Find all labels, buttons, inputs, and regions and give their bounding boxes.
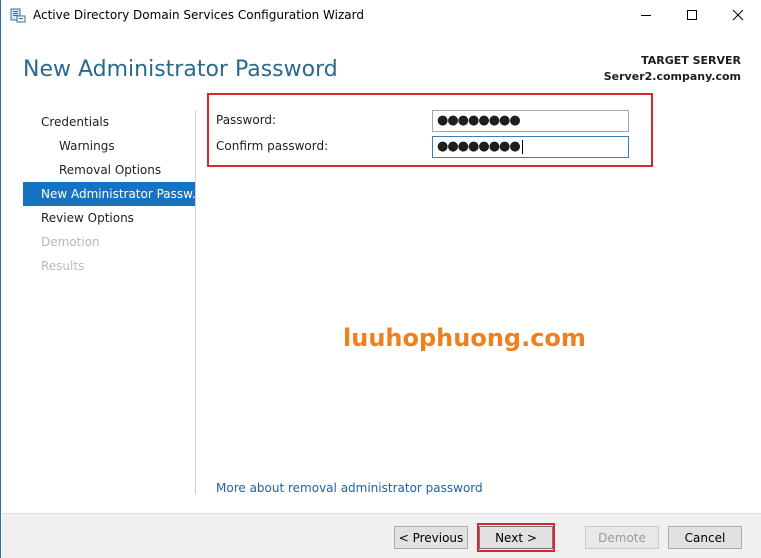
- maximize-button[interactable]: [669, 0, 715, 30]
- fields-highlight-box: [207, 93, 653, 167]
- help-link[interactable]: More about removal administrator passwor…: [216, 481, 483, 495]
- nav-item-new-administrator-password[interactable]: New Administrator Passw...: [23, 182, 195, 206]
- nav-item-results: Results: [41, 259, 85, 273]
- page-title: New Administrator Password: [23, 57, 338, 82]
- window-title: Active Directory Domain Services Configu…: [33, 8, 364, 22]
- nav-item-warnings[interactable]: Warnings: [23, 134, 195, 158]
- close-icon: [732, 9, 744, 21]
- minimize-button[interactable]: [623, 0, 669, 30]
- nav-item-credentials[interactable]: Credentials: [23, 110, 195, 134]
- nav-item-demotion: Demotion: [41, 235, 100, 249]
- demote-button: Demote: [585, 526, 659, 549]
- next-highlight-box: [477, 523, 555, 552]
- footer-bar: < Previous Next > Demote Cancel: [2, 513, 761, 558]
- nav-item-removal-options[interactable]: Removal Options: [23, 158, 195, 182]
- nav-divider: [195, 110, 196, 494]
- wizard-nav: Credentials Warnings Removal Options New…: [23, 110, 195, 278]
- wizard-window: Active Directory Domain Services Configu…: [0, 0, 761, 558]
- maximize-icon: [687, 10, 697, 20]
- title-bar[interactable]: Active Directory Domain Services Configu…: [1, 0, 761, 31]
- close-button[interactable]: [715, 0, 761, 30]
- nav-item-review-options[interactable]: Review Options: [23, 206, 195, 230]
- target-server-label: TARGET SERVER: [641, 54, 741, 67]
- watermark-text: luuhophuong.com: [343, 324, 586, 352]
- target-server-name: Server2.company.com: [603, 70, 741, 83]
- minimize-icon: [641, 15, 651, 16]
- server-manager-icon: [10, 7, 26, 23]
- cancel-button[interactable]: Cancel: [668, 526, 742, 549]
- previous-button[interactable]: < Previous: [394, 526, 468, 549]
